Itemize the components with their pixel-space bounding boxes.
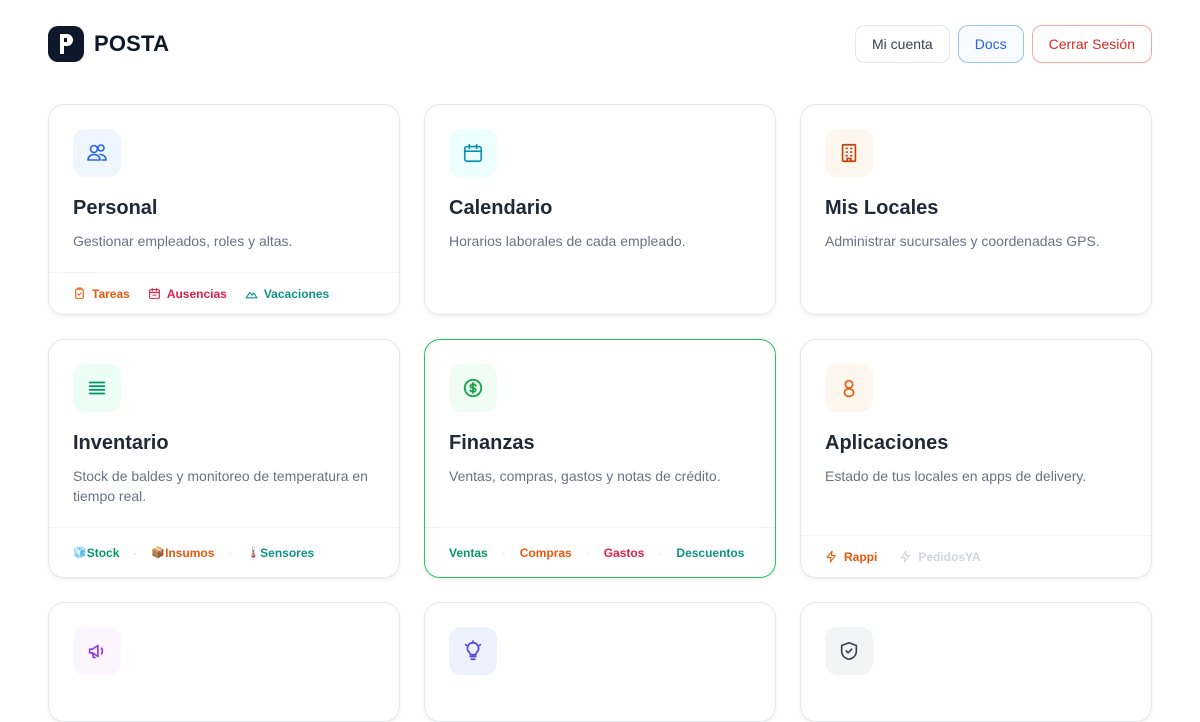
separator: · bbox=[228, 545, 233, 560]
megaphone-icon bbox=[73, 627, 121, 675]
clipboard-icon bbox=[75, 287, 84, 299]
card-title: Inventario bbox=[73, 432, 169, 454]
mountain-icon bbox=[245, 291, 258, 299]
card-security[interactable] bbox=[800, 602, 1152, 722]
link-stock[interactable]: 🧊 Stock bbox=[73, 546, 119, 560]
card-links: 🧊 Stock · 📦 Insumos · 🌡️ Sensores bbox=[49, 527, 399, 577]
top-nav: Mi cuenta Docs Cerrar Sesión bbox=[855, 25, 1152, 63]
link-label: Vacaciones bbox=[263, 286, 330, 301]
link-label: Insumos bbox=[165, 545, 215, 560]
link-ventas[interactable]: Ventas bbox=[449, 546, 488, 560]
card-personal[interactable]: Personal Gestionar empleados, roles y al… bbox=[48, 104, 400, 315]
card-description: Horarios laborales de cada empleado. bbox=[449, 233, 686, 249]
link-insumos[interactable]: 📦 Insumos bbox=[151, 546, 214, 560]
logout-button[interactable]: Cerrar Sesión bbox=[1031, 25, 1152, 63]
link-compras[interactable]: Compras bbox=[520, 546, 572, 560]
account-button[interactable]: Mi cuenta bbox=[855, 25, 950, 63]
card-title: Finanzas bbox=[449, 432, 535, 454]
link-label: Sensores bbox=[260, 545, 315, 560]
card-description: Administrar sucursales y coordenadas GPS… bbox=[825, 233, 1100, 249]
app-icon bbox=[825, 364, 873, 412]
shield-icon bbox=[825, 627, 873, 675]
card-calendario[interactable]: Calendario Horarios laborales de cada em… bbox=[424, 104, 776, 315]
link-vacaciones[interactable]: Vacaciones bbox=[245, 287, 329, 301]
card-aplicaciones[interactable]: Aplicaciones Estado de tus locales en ap… bbox=[800, 339, 1152, 578]
card-links: Rappi PedidosYA bbox=[801, 535, 1151, 577]
card-description: Ventas, compras, gastos y notas de crédi… bbox=[449, 468, 721, 484]
card-links: Tareas Ausencias Vacaciones bbox=[49, 272, 399, 314]
link-gastos[interactable]: Gastos bbox=[604, 546, 645, 560]
dollar-icon bbox=[449, 364, 497, 412]
link-tareas[interactable]: Tareas bbox=[73, 287, 130, 301]
brand[interactable]: POSTA bbox=[48, 26, 169, 62]
link-label: PedidosYA bbox=[918, 549, 981, 564]
users-icon bbox=[73, 129, 121, 177]
lightbulb-icon bbox=[449, 627, 497, 675]
card-ideas[interactable] bbox=[424, 602, 776, 722]
list-icon bbox=[73, 364, 121, 412]
card-finanzas[interactable]: Finanzas Ventas, compras, gastos y notas… bbox=[424, 339, 776, 578]
calendar-icon bbox=[449, 129, 497, 177]
card-mis-locales[interactable]: Mis Locales Administrar sucursales y coo… bbox=[800, 104, 1152, 315]
link-label: Ausencias bbox=[166, 286, 227, 301]
thermometer-icon: 🌡️ bbox=[246, 547, 261, 559]
card-title: Aplicaciones bbox=[825, 432, 949, 454]
card-title: Mis Locales bbox=[825, 197, 939, 219]
separator: · bbox=[133, 545, 138, 560]
card-marketing[interactable] bbox=[48, 602, 400, 722]
ice-icon: 🧊 bbox=[73, 547, 87, 559]
docs-button[interactable]: Docs bbox=[957, 25, 1024, 63]
link-label: Stock bbox=[86, 545, 120, 560]
card-title: Calendario bbox=[449, 197, 553, 219]
card-description: Estado de tus locales en apps de deliver… bbox=[825, 468, 1087, 484]
link-pedidosya[interactable]: PedidosYA bbox=[899, 549, 981, 564]
card-inventario[interactable]: Inventario Stock de baldes y monitoreo d… bbox=[48, 339, 400, 578]
header: POSTA Mi cuenta Docs Cerrar Sesión bbox=[48, 24, 1152, 64]
card-title: Personal bbox=[73, 197, 158, 219]
brand-name: POSTA bbox=[94, 31, 170, 56]
link-label: Rappi bbox=[844, 549, 878, 564]
bolt-icon bbox=[826, 550, 836, 563]
brand-logo bbox=[48, 26, 84, 62]
package-icon: 📦 bbox=[151, 547, 166, 559]
link-ausencias[interactable]: Ausencias bbox=[148, 287, 227, 301]
separator: · bbox=[501, 545, 506, 560]
card-description: Stock de baldes y monitoreo de temperatu… bbox=[73, 468, 368, 504]
separator: · bbox=[585, 545, 590, 560]
link-sensores[interactable]: 🌡️ Sensores bbox=[246, 546, 314, 560]
link-rappi[interactable]: Rappi bbox=[825, 550, 877, 564]
calendar-icon bbox=[148, 288, 160, 299]
card-links: Ventas · Compras · Gastos · Descuentos bbox=[425, 527, 775, 577]
link-descuentos[interactable]: Descuentos bbox=[676, 546, 744, 560]
building-icon bbox=[825, 129, 873, 177]
bolt-icon bbox=[900, 550, 911, 563]
link-label: Tareas bbox=[92, 286, 130, 301]
card-description: Gestionar empleados, roles y altas. bbox=[73, 233, 293, 249]
separator: · bbox=[658, 545, 663, 560]
